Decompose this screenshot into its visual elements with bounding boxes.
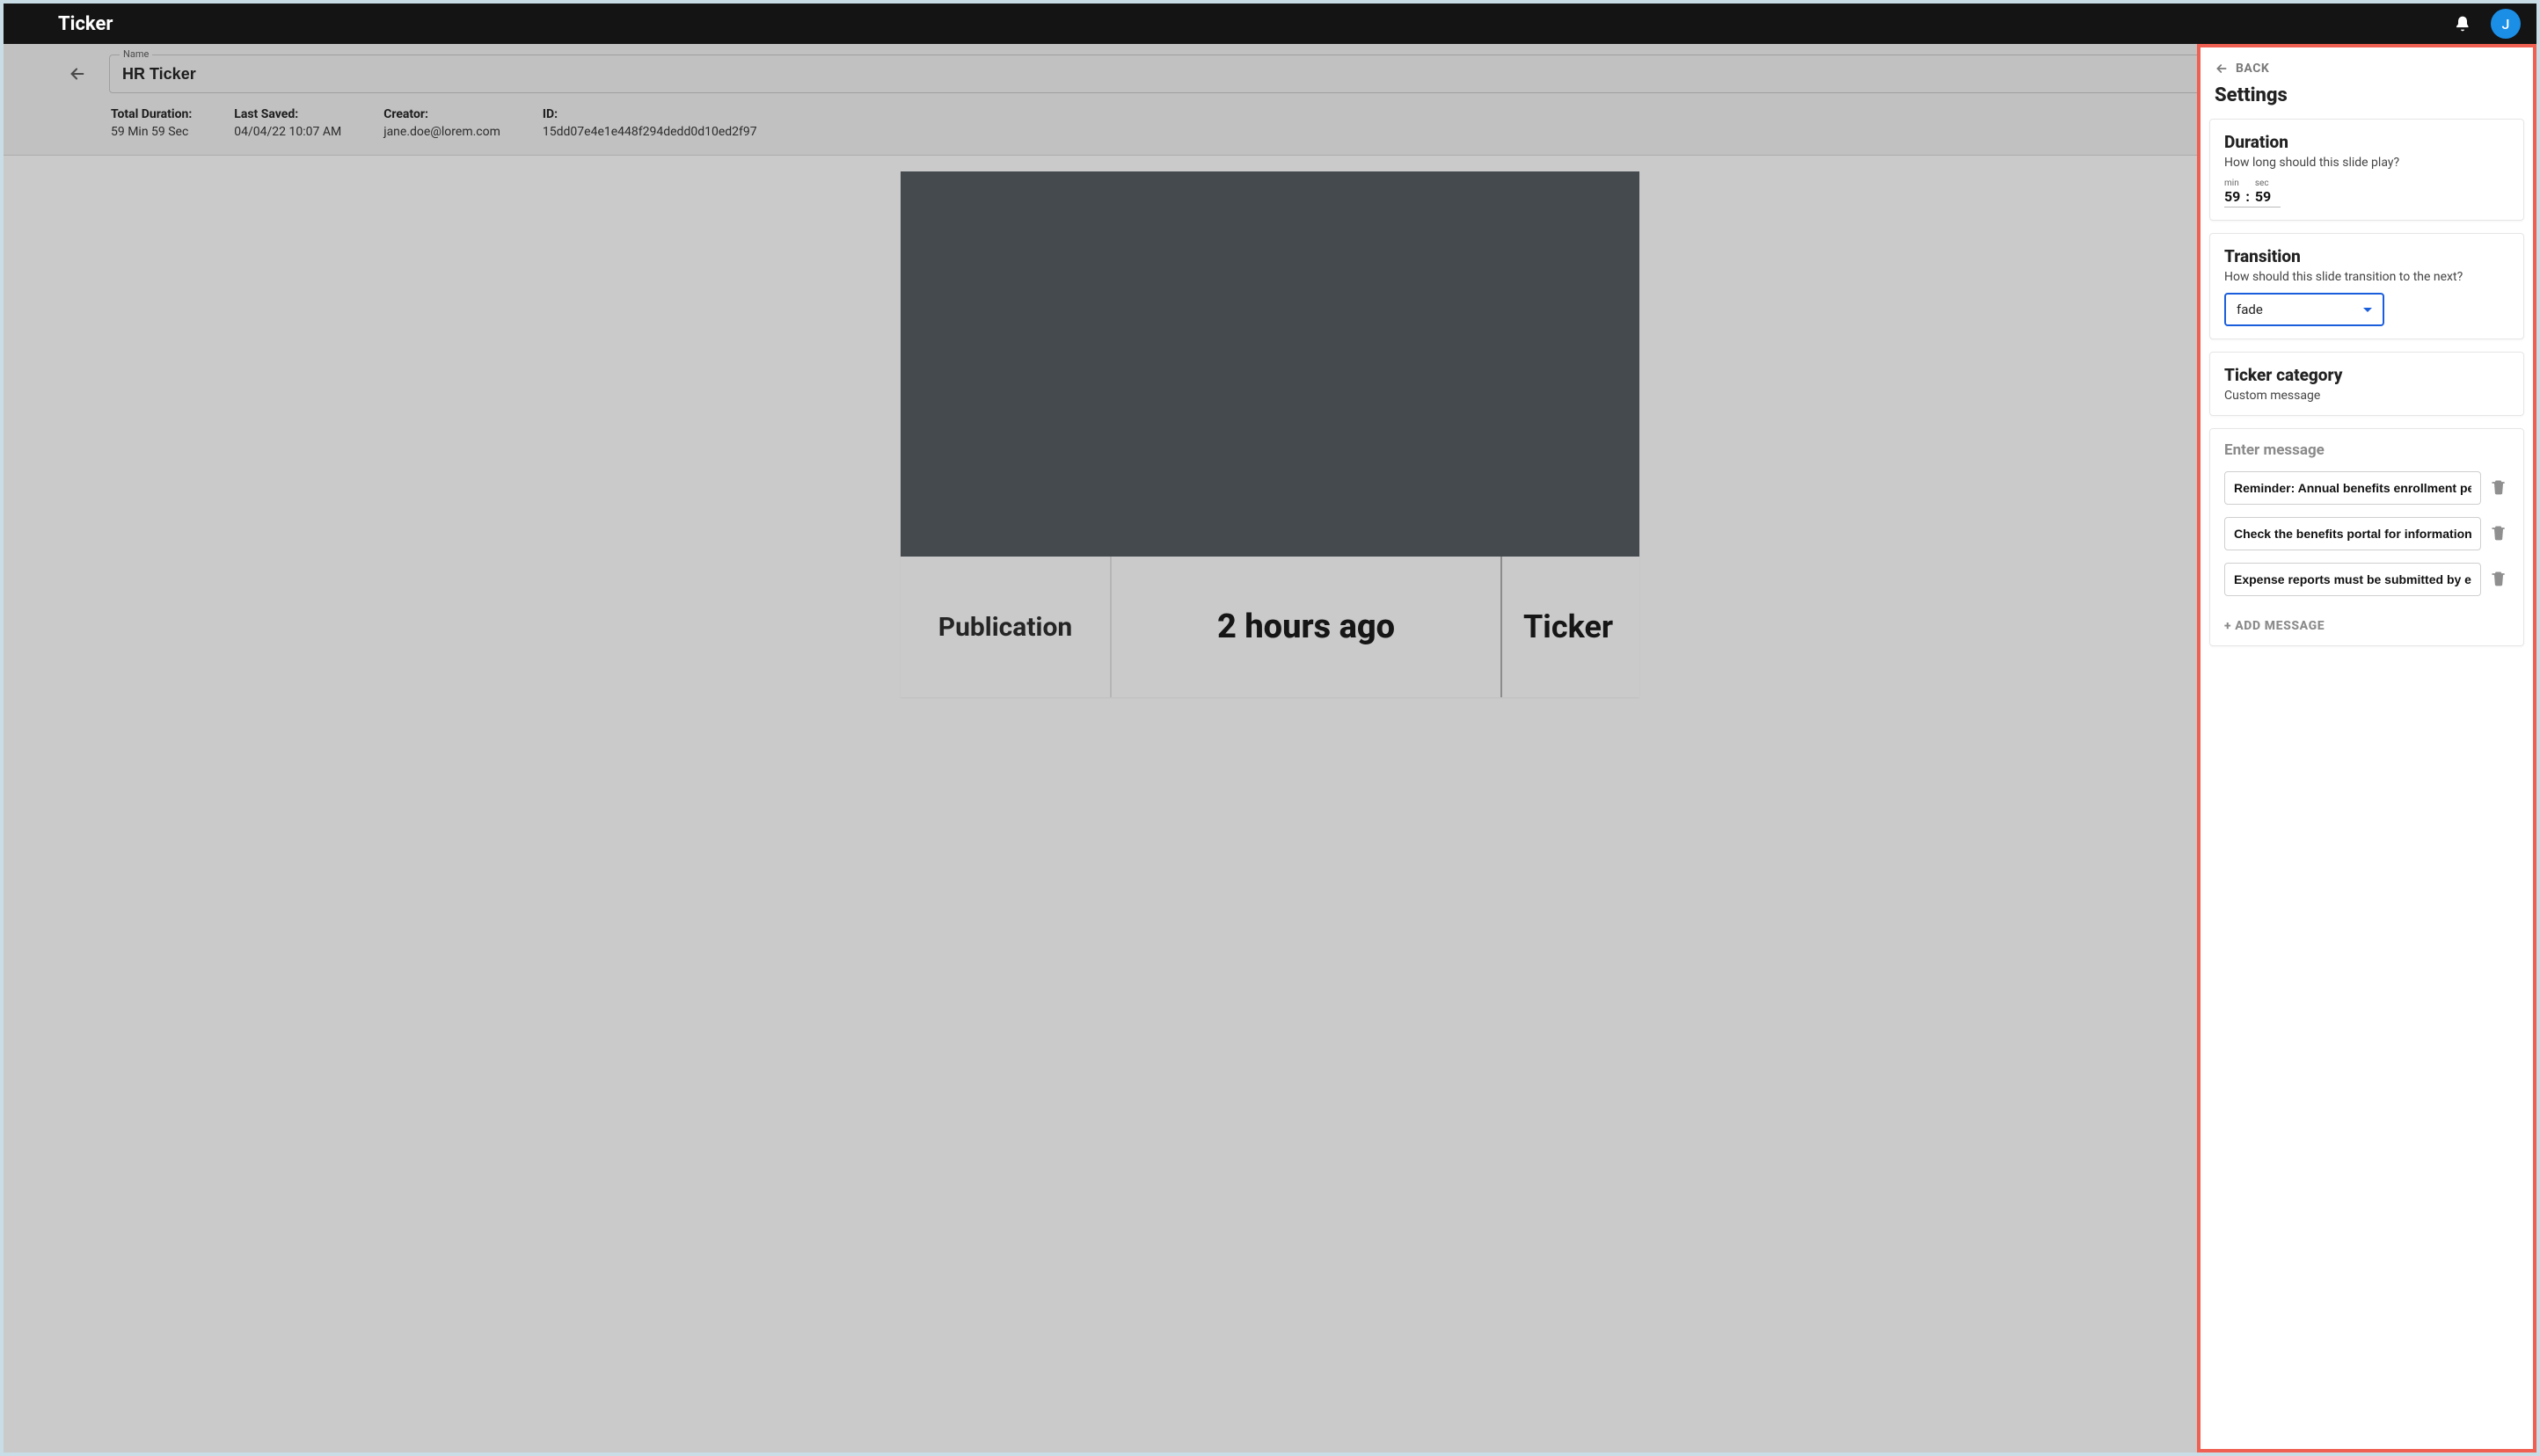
duration-input[interactable]: min 59 : sec 59 bbox=[2224, 178, 2281, 207]
settings-panel: BACK Settings Duration How long should t… bbox=[2197, 44, 2536, 1452]
message-input[interactable] bbox=[2224, 563, 2481, 596]
panel-title: Settings bbox=[2215, 84, 2519, 106]
sec-value: 59 bbox=[2255, 188, 2271, 205]
total-duration-label: Total Duration: bbox=[111, 107, 192, 121]
duration-card: Duration How long should this slide play… bbox=[2209, 119, 2524, 221]
transition-title: Transition bbox=[2224, 246, 2509, 266]
id-label: ID: bbox=[543, 107, 757, 121]
id-value: 15dd07e4e1e448f294dedd0d10ed2f97 bbox=[543, 125, 757, 139]
duration-subtitle: How long should this slide play? bbox=[2224, 156, 2509, 170]
app-title: Ticker bbox=[58, 13, 113, 35]
creator-value: jane.doe@lorem.com bbox=[383, 125, 500, 139]
transition-select[interactable]: fade bbox=[2224, 293, 2384, 326]
message-row bbox=[2224, 563, 2509, 596]
trash-icon[interactable] bbox=[2490, 524, 2509, 543]
ticker-row: Publication 2 hours ago Ticker bbox=[901, 557, 1639, 697]
back-button[interactable]: BACK bbox=[2215, 62, 2524, 76]
message-row bbox=[2224, 471, 2509, 505]
message-row bbox=[2224, 517, 2509, 550]
add-message-button[interactable]: + ADD MESSAGE bbox=[2224, 619, 2509, 633]
preview-content-area bbox=[901, 171, 1639, 557]
chevron-down-icon bbox=[2363, 308, 2372, 312]
transition-subtitle: How should this slide transition to the … bbox=[2224, 270, 2509, 284]
min-value: 59 bbox=[2224, 188, 2240, 205]
avatar[interactable]: J bbox=[2491, 9, 2521, 39]
min-label: min bbox=[2224, 178, 2240, 188]
duration-title: Duration bbox=[2224, 132, 2509, 152]
total-duration-value: 59 Min 59 Sec bbox=[111, 125, 192, 139]
creator-label: Creator: bbox=[383, 107, 500, 121]
last-saved-value: 04/04/22 10:07 AM bbox=[234, 125, 341, 139]
transition-value: fade bbox=[2237, 302, 2263, 317]
avatar-initial: J bbox=[2502, 16, 2510, 33]
editor-header: Name Total Duration: 59 Min 59 Sec Last … bbox=[4, 44, 2536, 156]
category-subtitle: Custom message bbox=[2224, 389, 2509, 403]
category-card: Ticker category Custom message bbox=[2209, 352, 2524, 416]
ticker-title: Ticker bbox=[1502, 557, 1639, 697]
transition-card: Transition How should this slide transit… bbox=[2209, 233, 2524, 339]
last-saved-label: Last Saved: bbox=[234, 107, 341, 121]
trash-icon[interactable] bbox=[2490, 478, 2509, 498]
notifications-icon[interactable] bbox=[2452, 13, 2473, 34]
arrow-left-icon bbox=[2215, 62, 2229, 76]
messages-card: Enter message + ADD MESSAGE bbox=[2209, 428, 2524, 646]
message-input[interactable] bbox=[2224, 517, 2481, 550]
top-bar: Ticker J bbox=[4, 4, 2536, 44]
ticker-time: 2 hours ago bbox=[1112, 557, 1502, 697]
message-input[interactable] bbox=[2224, 471, 2481, 505]
slide-preview[interactable]: Publication 2 hours ago Ticker bbox=[901, 171, 1639, 697]
ticker-source: Publication bbox=[901, 557, 1112, 697]
sec-label: sec bbox=[2255, 178, 2271, 188]
back-arrow-icon[interactable] bbox=[58, 55, 97, 93]
messages-title: Enter message bbox=[2224, 441, 2509, 459]
name-field-label: Name bbox=[120, 48, 152, 60]
category-title: Ticker category bbox=[2224, 365, 2509, 385]
name-field[interactable] bbox=[109, 55, 2521, 93]
back-label: BACK bbox=[2236, 62, 2269, 76]
trash-icon[interactable] bbox=[2490, 570, 2509, 589]
